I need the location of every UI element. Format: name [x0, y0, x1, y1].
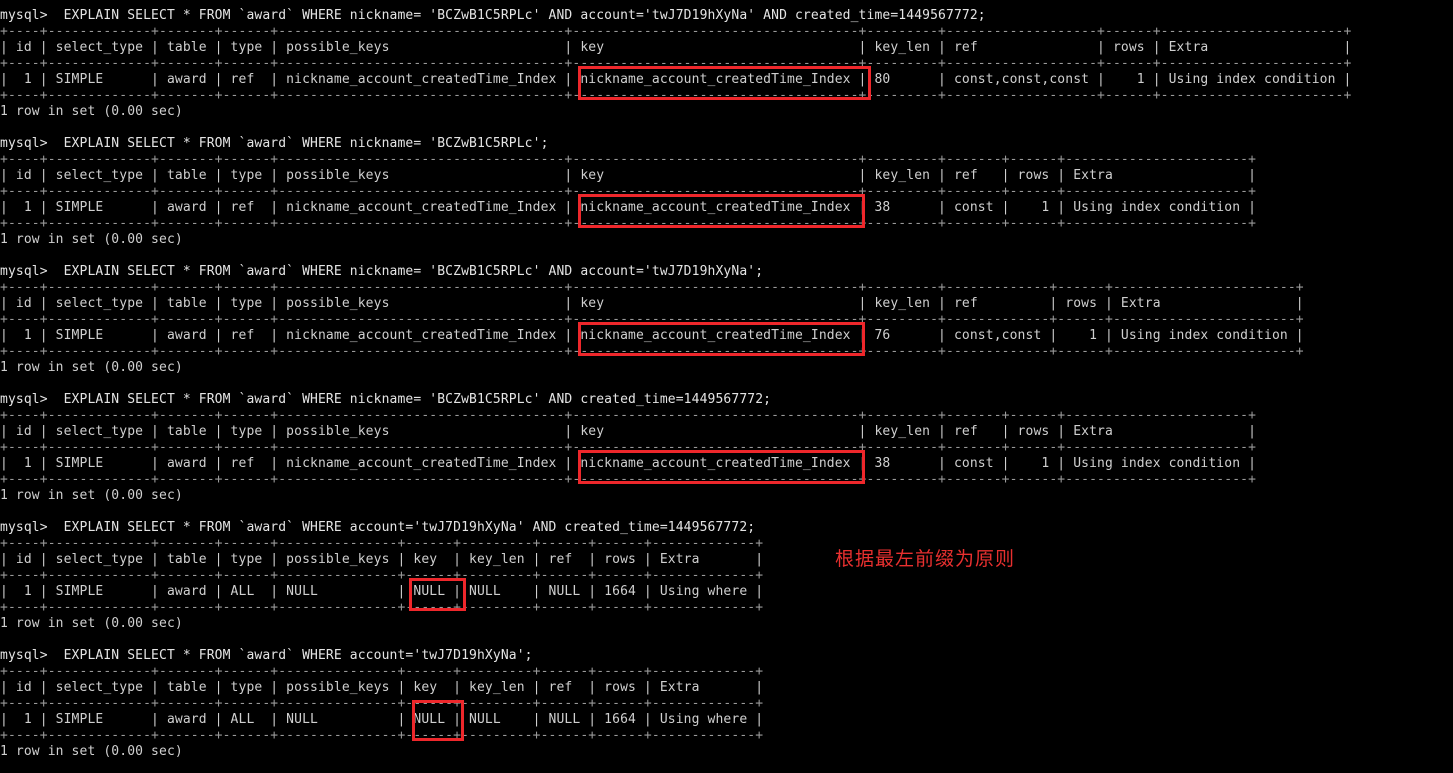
table-data-row: | 1 | SIMPLE | award | ALL | NULL | NULL… — [0, 584, 764, 599]
table-rule: +----+-------------+-------+------+-----… — [0, 664, 764, 679]
result-status-line: 1 row in set (0.00 sec) — [0, 616, 183, 631]
prompt-line: mysql> EXPLAIN SELECT * FROM `award` WHE… — [0, 136, 549, 151]
terminal-output: mysql> EXPLAIN SELECT * FROM `award` WHE… — [0, 0, 1453, 760]
table-rule: +----+-------------+-------+------+-----… — [0, 600, 764, 615]
table-rule: +----+-------------+-------+------+-----… — [0, 24, 1352, 39]
table-rule: +----+-------------+-------+------+-----… — [0, 312, 1304, 327]
result-status-line: 1 row in set (0.00 sec) — [0, 232, 183, 247]
table-rule: +----+-------------+-------+------+-----… — [0, 88, 1352, 103]
table-rule: +----+-------------+-------+------+-----… — [0, 568, 764, 583]
prompt-line: mysql> EXPLAIN SELECT * FROM `award` WHE… — [0, 8, 986, 23]
prompt-line: mysql> EXPLAIN SELECT * FROM `award` WHE… — [0, 392, 772, 407]
table-rule: +----+-------------+-------+------+-----… — [0, 696, 764, 711]
result-status-line: 1 row in set (0.00 sec) — [0, 744, 183, 759]
table-rule: +----+-------------+-------+------+-----… — [0, 280, 1304, 295]
annotation-text: 根据最左前缀为原则 — [835, 548, 1016, 570]
table-rule: +----+-------------+-------+------+-----… — [0, 344, 1304, 359]
table-rule: +----+-------------+-------+------+-----… — [0, 408, 1257, 423]
prompt-line: mysql> EXPLAIN SELECT * FROM `award` WHE… — [0, 520, 756, 535]
table-rule: +----+-------------+-------+------+-----… — [0, 536, 764, 551]
table-header-row: | id | select_type | table | type | poss… — [0, 424, 1257, 439]
result-status-line: 1 row in set (0.00 sec) — [0, 104, 183, 119]
table-data-row: | 1 | SIMPLE | award | ref | nickname_ac… — [0, 200, 1257, 215]
table-data-row: | 1 | SIMPLE | award | ALL | NULL | NULL… — [0, 712, 764, 727]
table-header-row: | id | select_type | table | type | poss… — [0, 680, 764, 695]
prompt-line: mysql> EXPLAIN SELECT * FROM `award` WHE… — [0, 648, 533, 663]
table-header-row: | id | select_type | table | type | poss… — [0, 40, 1352, 55]
table-header-row: | id | select_type | table | type | poss… — [0, 296, 1304, 311]
table-data-row: | 1 | SIMPLE | award | ref | nickname_ac… — [0, 72, 1352, 87]
table-header-row: | id | select_type | table | type | poss… — [0, 168, 1257, 183]
table-rule: +----+-------------+-------+------+-----… — [0, 216, 1257, 231]
result-status-line: 1 row in set (0.00 sec) — [0, 488, 183, 503]
table-data-row: | 1 | SIMPLE | award | ref | nickname_ac… — [0, 456, 1257, 471]
table-rule: +----+-------------+-------+------+-----… — [0, 184, 1257, 199]
prompt-line: mysql> EXPLAIN SELECT * FROM `award` WHE… — [0, 264, 764, 279]
result-status-line: 1 row in set (0.00 sec) — [0, 360, 183, 375]
table-rule: +----+-------------+-------+------+-----… — [0, 56, 1352, 71]
table-header-row: | id | select_type | table | type | poss… — [0, 552, 764, 567]
terminal-window: mysql> EXPLAIN SELECT * FROM `award` WHE… — [0, 0, 1453, 773]
table-rule: +----+-------------+-------+------+-----… — [0, 152, 1257, 167]
table-data-row: | 1 | SIMPLE | award | ref | nickname_ac… — [0, 328, 1304, 343]
table-rule: +----+-------------+-------+------+-----… — [0, 440, 1257, 455]
table-rule: +----+-------------+-------+------+-----… — [0, 728, 764, 743]
table-rule: +----+-------------+-------+------+-----… — [0, 472, 1257, 487]
